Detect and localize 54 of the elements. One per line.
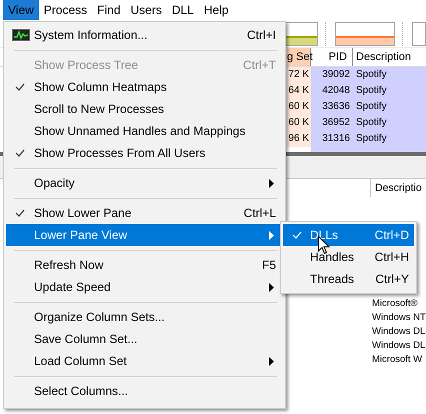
menu-item[interactable]: Scroll to New Processes <box>6 98 282 120</box>
submenu-arrow-icon <box>269 356 274 366</box>
menu-bar-item[interactable]: Users <box>126 0 167 20</box>
menu-bar-item[interactable]: Help <box>198 0 234 20</box>
menu-item[interactable]: Organize Column Sets... <box>6 306 282 328</box>
submenu-arrow-icon <box>269 178 274 188</box>
monitor-graph-icon <box>12 29 30 41</box>
table-cell: Spotify <box>353 131 426 147</box>
network-graph[interactable] <box>412 22 426 46</box>
table-cell: 64 K <box>287 83 311 99</box>
table-cell: Windows DL <box>372 339 426 353</box>
menu-item[interactable]: Opacity <box>6 172 282 194</box>
menu-item[interactable]: Handles Ctrl+H <box>283 246 414 268</box>
io-graph[interactable] <box>335 22 396 46</box>
table-cell: Spotify <box>353 115 426 131</box>
table-cell: 96 K <box>287 131 311 147</box>
menu-item[interactable]: System Information... Ctrl+I <box>6 24 282 46</box>
column-header[interactable]: Descriptio <box>370 179 422 197</box>
table-cell: Windows NT <box>372 311 426 325</box>
submenu-arrow-icon <box>269 230 274 240</box>
menu-item[interactable]: Select Columns... <box>6 380 282 402</box>
table-cell: 33636 <box>311 99 353 115</box>
table-cell: 31316 <box>311 131 353 147</box>
column-header[interactable]: Description <box>353 48 414 66</box>
table-cell: Microsoft W <box>372 353 422 367</box>
table-cell: 60 K <box>287 99 311 115</box>
menu-item[interactable]: Show Lower Pane Ctrl+L <box>6 202 282 224</box>
table-cell: 39092 <box>311 67 353 83</box>
menu-item[interactable]: DLLs Ctrl+D <box>283 224 414 246</box>
menu-item[interactable]: Show Processes From All Users <box>6 142 282 164</box>
menu-item[interactable]: Show Column Heatmaps <box>6 76 282 98</box>
menu-item[interactable]: Update Speed <box>6 276 282 298</box>
menu-bar-item[interactable]: DLL <box>166 0 199 20</box>
table-cell: Microsoft® <box>372 297 418 311</box>
menu-item[interactable]: Threads Ctrl+Y <box>283 268 414 290</box>
submenu-arrow-icon <box>269 282 274 292</box>
table-cell: 42048 <box>311 83 353 99</box>
table-cell: Spotify <box>353 83 426 99</box>
table-cell: Spotify <box>353 67 426 83</box>
menu-bar-item[interactable]: View <box>3 0 39 20</box>
menu-bar-item[interactable]: Find <box>92 0 126 20</box>
table-cell: Spotify <box>353 99 426 115</box>
menu-item[interactable]: Load Column Set <box>6 350 282 372</box>
menu-item[interactable]: Show Unnamed Handles and Mappings <box>6 120 282 142</box>
menu-item[interactable]: Save Column Set... <box>6 328 282 350</box>
memory-graph[interactable] <box>283 22 318 46</box>
column-header[interactable]: g Set <box>287 48 311 66</box>
table-cell: Windows DL <box>372 325 426 339</box>
menu-bar-item[interactable]: Process <box>38 0 92 20</box>
menu-item[interactable]: Refresh Now F5 <box>6 254 282 276</box>
table-cell: 36952 <box>311 115 353 131</box>
table-cell: 60 K <box>287 115 311 131</box>
menu-item[interactable]: Lower Pane View <box>6 224 282 246</box>
table-cell: 72 K <box>287 67 311 83</box>
